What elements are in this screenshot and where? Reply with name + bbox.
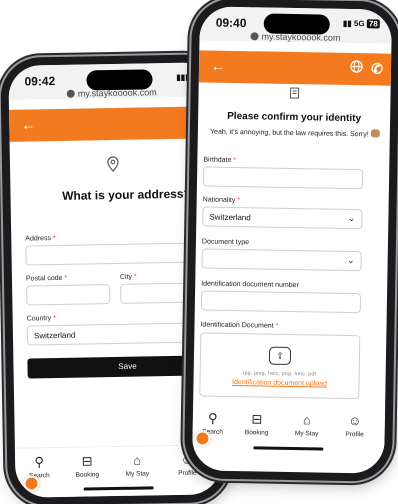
document-type-label: Document type (201, 238, 250, 247)
chevron-down-icon: ⌄ (347, 254, 355, 266)
nationality-select[interactable]: Switzerland ⌄ (202, 206, 363, 230)
nationality-label: Nationality * (202, 196, 241, 205)
page-subtitle: Yeah, it's annoying, but the law require… (202, 126, 388, 138)
app-header: ← (9, 106, 216, 142)
arrow-left-icon[interactable]: ← (21, 116, 35, 132)
document-type-select[interactable]: ⌄ (201, 248, 362, 272)
globe-icon[interactable] (350, 60, 363, 76)
cloud-upload-icon: ⇪ (268, 346, 292, 365)
address-label: Address * (25, 235, 56, 243)
home-icon: ⌂ (302, 412, 311, 428)
home-indicator (253, 446, 324, 451)
upload-formats: jpg, jpeg, heic, png, heic, pdf (243, 370, 317, 378)
mockup-stage: 09:42 ▮▮▮ 5G my.staykooook.com ← What is… (0, 0, 398, 504)
search-icon: ⚲ (207, 410, 218, 426)
document-icon (198, 84, 390, 105)
bed-icon: ⊟ (81, 453, 93, 469)
url-bar[interactable]: my.staykooook.com (199, 30, 391, 43)
map-pin-icon (10, 154, 216, 179)
tab-search[interactable]: ⚲ Search (17, 454, 61, 480)
search-icon: ⚲ (34, 454, 45, 470)
upload-link[interactable]: Identification document upload (200, 378, 358, 388)
emoji-icon (370, 129, 380, 138)
country-label: Country * (26, 315, 56, 323)
birthdate-input[interactable] (202, 166, 364, 190)
tab-profile[interactable]: ☺ Profile (333, 413, 377, 439)
home-icon: ⌂ (133, 452, 142, 468)
page-title: What is your address? (62, 186, 191, 203)
chevron-down-icon: ⌄ (347, 212, 356, 224)
document-number-label: Identification document number (201, 280, 299, 290)
clock: 09:40 (215, 15, 247, 31)
lock-icon (66, 89, 75, 98)
lock-icon (250, 32, 259, 41)
tab-booking[interactable]: ⊟ Booking (65, 453, 109, 479)
home-indicator (83, 486, 154, 491)
document-number-input[interactable] (200, 290, 362, 314)
tab-booking[interactable]: ⊟ Booking (235, 411, 279, 437)
status-bar: 09:42 ▮▮▮ 5G my.staykooook.com (8, 62, 215, 100)
tab-my-stay[interactable]: ⌂ My Stay (115, 452, 159, 478)
city-label: City * (119, 273, 137, 281)
profile-icon: ☺ (348, 413, 362, 429)
phone-identity: 09:40 ▮▮ 5G 78 my.staykooook.com ← ✆ Ple… (183, 0, 398, 482)
screen-identity: 09:40 ▮▮ 5G 78 my.staykooook.com ← ✆ Ple… (191, 6, 393, 474)
app-header: ← ✆ (198, 50, 392, 86)
arrow-left-icon[interactable]: ← (211, 58, 225, 74)
postal-code-input[interactable] (26, 284, 111, 306)
clock: 09:42 (24, 74, 56, 89)
tab-my-stay[interactable]: ⌂ My Stay (285, 412, 329, 438)
tab-bar: ⚲ Search ⊟ Booking ⌂ My Stay ☺ Profile (192, 404, 386, 458)
battery-indicator: 78 (366, 19, 380, 29)
document-upload-label: Identification Document * (200, 321, 279, 330)
bed-icon: ⊟ (251, 411, 263, 427)
document-upload-area[interactable]: ⇪ jpg, jpeg, heic, png, heic, pdf Identi… (199, 332, 361, 400)
postal-code-label: Postal code * (25, 274, 68, 283)
birthdate-label: Birthdate * (203, 156, 237, 165)
phone-icon[interactable]: ✆ (371, 60, 383, 77)
page-title: Please confirm your identity (227, 110, 362, 125)
status-bar: 09:40 ▮▮ 5G 78 my.staykooook.com (199, 6, 393, 44)
signal-indicator: ▮▮ 5G 78 (342, 18, 380, 29)
